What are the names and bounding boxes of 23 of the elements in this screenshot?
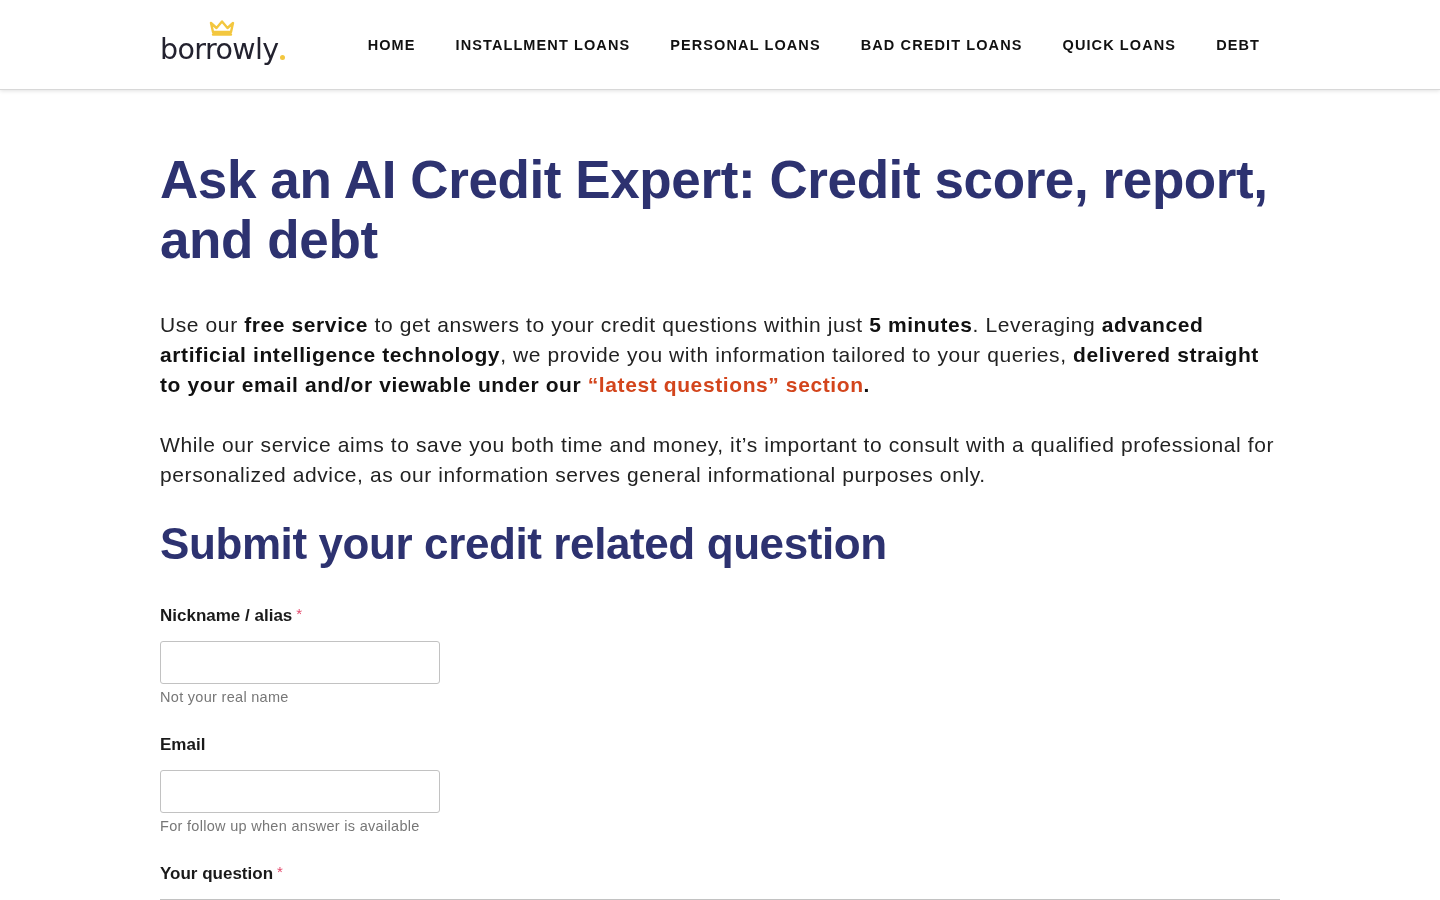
field-label: Your question	[160, 863, 273, 885]
nav-link[interactable]: INSTALLMENT LOANS	[455, 34, 631, 55]
field-hint: Not your real name	[160, 688, 289, 707]
required-mark: *	[277, 862, 283, 882]
page-title: Ask an AI Credit Expert: Credit score, report, and debt	[160, 150, 1269, 270]
required-mark: *	[296, 604, 303, 624]
input-field[interactable]	[160, 641, 440, 684]
dot-icon	[279, 54, 285, 60]
nav-link[interactable]: PERSONAL LOANS	[670, 34, 821, 55]
nav-link[interactable]: HOME	[367, 34, 416, 55]
input-field[interactable]	[160, 770, 440, 813]
field-label: Email	[160, 734, 206, 756]
nav-link[interactable]: QUICK LOANS	[1062, 34, 1177, 55]
logo[interactable]: borrowly	[160, 19, 285, 68]
crown-icon	[209, 19, 236, 36]
nav-link[interactable]: DEBT	[1216, 34, 1260, 55]
field-hint: For follow up when answer is available	[160, 817, 420, 836]
field-label: Nickname / alias	[160, 605, 293, 627]
nav-link[interactable]: BAD CREDIT LOANS	[860, 34, 1023, 55]
intro-paragraph: Use our free service to get answers to your credit questions within just 5 minutes. Leveraging advanced artificial intelligence technology, we provide you with information tailored to your queries, delivered straight to your email and/or viewable under our “latest questions” section.	[160, 312, 1260, 398]
latest-questions-link[interactable]: “latest questions” section	[587, 373, 864, 396]
disclaimer-paragraph: While our service aims to save you both time and money, it’s important to consult with a qualified professional for personalized advice, as our information serves general informational purposes only.	[160, 432, 1276, 488]
form-title: Submit your credit related question	[160, 518, 888, 570]
